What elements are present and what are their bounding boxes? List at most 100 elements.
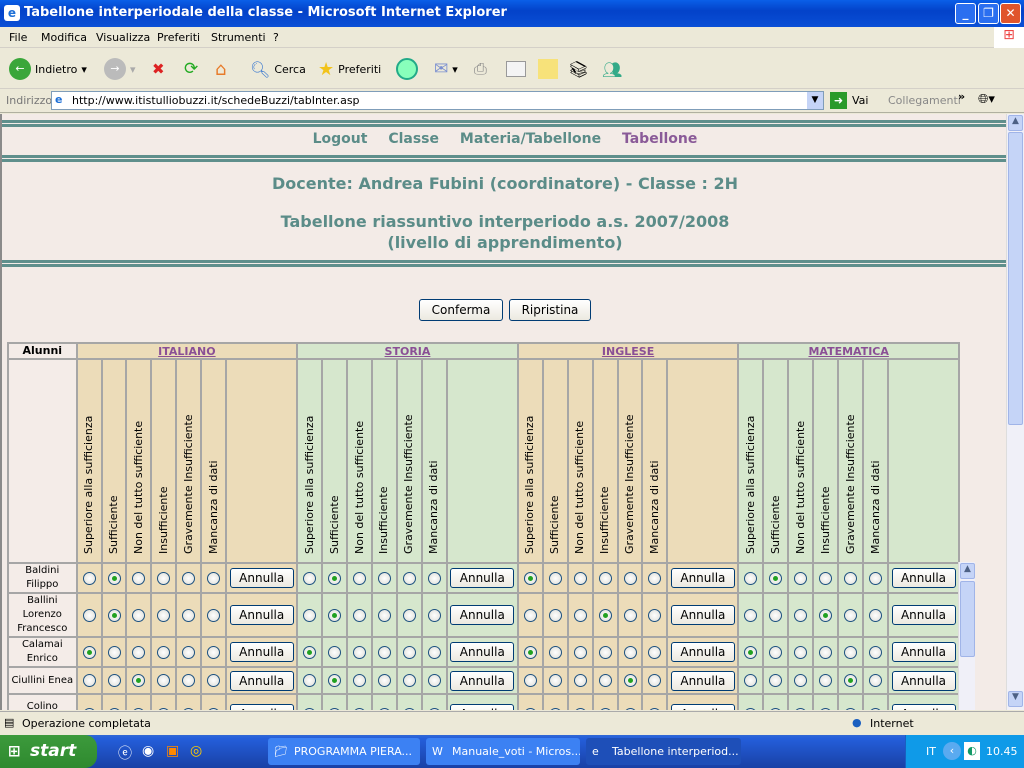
level-radio[interactable] [769,707,783,710]
level-radio[interactable] [207,707,221,710]
level-radio[interactable] [769,608,783,622]
messenger-button[interactable]: 👥︎ [602,57,622,81]
level-radio[interactable] [648,707,662,710]
menu-visualizza[interactable]: Visualizza [96,31,150,44]
level-radio[interactable] [303,674,317,688]
level-radio[interactable] [794,645,808,659]
subject-header-link[interactable]: MATEMATICA [737,342,960,360]
level-radio[interactable] [182,571,196,585]
level-radio[interactable] [794,674,808,688]
level-radio[interactable] [303,645,317,659]
level-radio[interactable] [377,645,391,659]
chevrons-icon[interactable]: » [958,90,965,103]
annulla-button[interactable]: Annulla [450,670,515,691]
level-radio[interactable] [623,571,637,585]
level-radio[interactable] [303,571,317,585]
pdf-globe-icon[interactable]: 🌐︎▾ [978,92,995,107]
level-radio[interactable] [402,707,416,710]
annulla-button[interactable]: Annulla [891,605,956,625]
level-radio[interactable] [132,645,146,659]
annulla-button[interactable]: Annulla [891,642,956,662]
level-radio[interactable] [819,645,833,659]
level-radio[interactable] [744,707,758,710]
task-manuale-voti[interactable]: W Manuale_voti - Micros... [426,738,580,765]
level-radio[interactable] [107,608,121,622]
menu-strumenti[interactable]: Strumenti [211,31,266,44]
subject-header-link[interactable]: INGLESE [516,342,740,360]
level-radio[interactable] [82,707,96,710]
level-radio[interactable] [353,571,367,585]
level-radio[interactable] [427,645,441,659]
address-input[interactable]: e http://www.itistulliobuzzi.it/schedeBu… [51,91,824,110]
page-scrollbar[interactable]: ▲ ▼ [1006,114,1024,710]
level-radio[interactable] [107,707,121,710]
level-radio[interactable] [548,645,562,659]
refresh-button[interactable]: ⟳ [184,57,198,81]
level-radio[interactable] [844,707,858,710]
level-radio[interactable] [819,707,833,710]
level-radio[interactable] [648,645,662,659]
level-radio[interactable] [573,608,587,622]
scroll-thumb[interactable] [1008,132,1023,425]
level-radio[interactable] [548,608,562,622]
menu-preferiti[interactable]: Preferiti [157,31,200,44]
annulla-button[interactable]: Annulla [891,568,956,588]
annulla-button[interactable]: Annulla [670,642,735,662]
level-radio[interactable] [377,674,391,688]
links-button[interactable]: Collegamenti [888,94,961,107]
level-radio[interactable] [157,645,171,659]
level-radio[interactable] [819,608,833,622]
level-radio[interactable] [427,707,441,710]
note-button[interactable] [538,57,558,81]
annulla-button[interactable]: Annulla [229,605,294,625]
annulla-button[interactable]: Annulla [229,642,294,662]
forward-button[interactable]: → ▾ [104,57,136,81]
level-radio[interactable] [598,674,612,688]
level-radio[interactable] [769,571,783,585]
level-radio[interactable] [207,674,221,688]
history-button[interactable] [396,57,418,81]
scroll-thumb[interactable] [960,581,975,657]
level-radio[interactable] [598,571,612,585]
home-button[interactable]: ⌂ [215,57,226,81]
level-radio[interactable] [402,608,416,622]
level-radio[interactable] [844,674,858,688]
level-radio[interactable] [353,707,367,710]
annulla-button[interactable]: Annulla [450,642,515,662]
level-radio[interactable] [377,707,391,710]
quick-launch-media-icon[interactable]: ▣ [166,743,179,759]
level-radio[interactable] [157,674,171,688]
level-radio[interactable] [573,674,587,688]
level-radio[interactable] [328,571,342,585]
level-radio[interactable] [427,608,441,622]
annulla-button[interactable]: Annulla [670,568,735,588]
level-radio[interactable] [769,674,783,688]
mail-button[interactable]: ✉ ▾ [434,57,458,81]
level-radio[interactable] [107,645,121,659]
level-radio[interactable] [573,645,587,659]
level-radio[interactable] [548,571,562,585]
stop-button[interactable]: ✖ [152,57,165,81]
level-radio[interactable] [402,645,416,659]
nav-tabellone[interactable]: Tabellone [622,131,697,147]
level-radio[interactable] [182,645,196,659]
quick-launch-icon[interactable]: ◎ [190,743,202,759]
level-radio[interactable] [523,571,537,585]
level-radio[interactable] [427,571,441,585]
subject-header-link[interactable]: STORIA [296,342,519,360]
favorites-button[interactable]: ★ Preferiti [318,57,381,81]
level-radio[interactable] [794,608,808,622]
scroll-up-icon[interactable]: ▲ [960,563,975,579]
level-radio[interactable] [869,707,883,710]
level-radio[interactable] [353,674,367,688]
nav-classe[interactable]: Classe [388,131,439,147]
level-radio[interactable] [598,645,612,659]
tray-app-icon[interactable]: ◐ [964,742,980,760]
nav-logout[interactable]: Logout [313,131,368,147]
level-radio[interactable] [427,674,441,688]
restore-button[interactable]: ❐ [978,3,999,24]
level-radio[interactable] [157,707,171,710]
level-radio[interactable] [182,608,196,622]
level-radio[interactable] [769,645,783,659]
reset-button[interactable]: Ripristina [509,299,591,321]
